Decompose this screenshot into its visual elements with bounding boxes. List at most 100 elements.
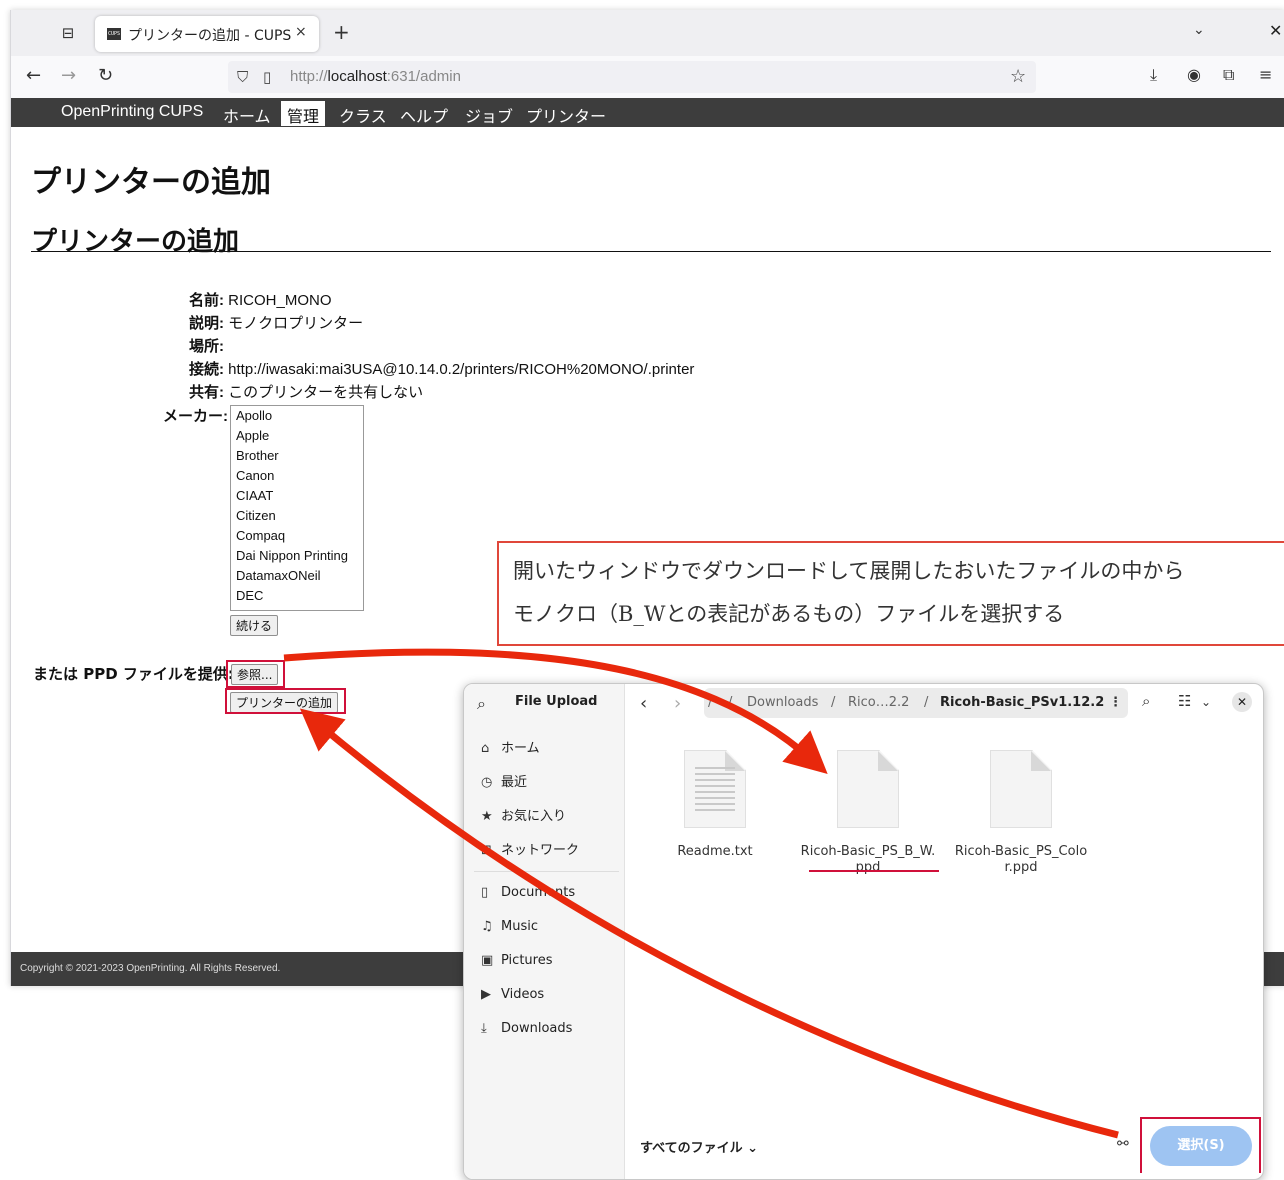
- sidebar-divider: [474, 871, 619, 872]
- sidebar-item-downloads[interactable]: ⤓ Downloads: [481, 1021, 572, 1036]
- videos-icon: ▶: [481, 987, 491, 1002]
- maker-option[interactable]: Citizen: [231, 506, 363, 526]
- search-folder-icon[interactable]: ⌕: [1142, 692, 1150, 710]
- new-tab-icon[interactable]: +: [333, 21, 350, 43]
- sidebar-item-home[interactable]: ⌂ ホーム: [481, 737, 540, 756]
- menu-icon[interactable]: ≡: [1259, 65, 1272, 84]
- breadcrumb-separator: /: [831, 695, 836, 710]
- maker-option[interactable]: CIAAT: [231, 486, 363, 506]
- file-item-bw-ppd[interactable]: Ricoh-Basic_PS_B_W.ppd: [798, 750, 938, 876]
- nav-printers[interactable]: プリンター: [526, 103, 606, 127]
- account-icon[interactable]: ◉: [1187, 65, 1201, 84]
- extensions-icon[interactable]: ⧉: [1223, 65, 1234, 85]
- network-icon: ⊟: [481, 843, 492, 858]
- sidebar-item-documents[interactable]: ▯ Documents: [481, 885, 575, 900]
- maker-listbox[interactable]: Apollo Apple Brother Canon CIAAT Citizen…: [230, 405, 364, 611]
- chevron-down-icon[interactable]: ⌄: [1201, 695, 1211, 709]
- field-sharing: 共有: このプリンターを共有しない: [189, 384, 424, 401]
- tab-list-icon[interactable]: ⊟: [59, 24, 77, 42]
- tab-bar: ⊟ CUPS プリンターの追加 - CUPS × + ⌄ ✕: [11, 10, 1284, 56]
- tab-title: プリンターの追加 - CUPS: [128, 28, 292, 44]
- file-item-color-ppd[interactable]: Ricoh-Basic_PS_Color.ppd: [951, 750, 1091, 876]
- breadcrumb-middle[interactable]: Rico…2.2: [848, 695, 909, 710]
- copyright-text: Copyright © 2021-2023 OpenPrinting. All …: [20, 963, 281, 974]
- star-icon: ★: [481, 809, 493, 824]
- text-file-icon: [684, 750, 746, 828]
- back-icon[interactable]: ←: [26, 65, 41, 87]
- nav-help[interactable]: ヘルプ: [400, 103, 448, 127]
- clock-icon: ◷: [481, 775, 493, 790]
- file-upload-dialog: ⌕ File Upload ⌂ ホーム ◷ 最近 ★ お気に入り ⊟ ネットワーク ▯ D…: [463, 683, 1264, 1180]
- file-filter-dropdown[interactable]: すべてのファイル ⌄: [640, 1137, 758, 1156]
- close-icon[interactable]: ✕: [1232, 692, 1252, 712]
- breadcrumb-separator: /: [728, 695, 733, 710]
- address-bar[interactable]: ⛉ ▯ http://localhost:631/admin ☆: [228, 61, 1036, 93]
- continue-button[interactable]: 続ける: [230, 615, 279, 636]
- browser-tab[interactable]: CUPS プリンターの追加 - CUPS ×: [95, 16, 319, 52]
- forward-icon[interactable]: →: [61, 65, 76, 87]
- page-title: プリンターの追加: [31, 165, 271, 200]
- download-icon: ⤓: [481, 1021, 487, 1036]
- maker-option[interactable]: Canon: [231, 466, 363, 486]
- file-name: Ricoh-Basic_PS_Color.ppd: [954, 844, 1088, 875]
- pictures-icon: ▣: [481, 953, 494, 968]
- cups-brand-link[interactable]: OpenPrinting CUPS: [61, 103, 203, 121]
- nav-jobs[interactable]: ジョブ: [465, 103, 513, 127]
- search-icon[interactable]: ⌕: [477, 694, 486, 714]
- sidebar-item-videos[interactable]: ▶ Videos: [481, 987, 544, 1002]
- maker-option[interactable]: Brother: [231, 446, 363, 466]
- sidebar-item-starred[interactable]: ★ お気に入り: [481, 805, 566, 824]
- sidebar-item-pictures[interactable]: ▣ Pictures: [481, 953, 552, 968]
- breadcrumb-root[interactable]: /: [708, 695, 712, 710]
- sidebar-item-network[interactable]: ⊟ ネットワーク: [481, 839, 579, 858]
- window-close-icon[interactable]: ✕: [1269, 21, 1282, 40]
- navigation-toolbar: ← → ↻ ⛉ ▯ http://localhost:631/admin ☆ ⤓…: [11, 56, 1284, 99]
- maker-option[interactable]: Apollo: [231, 406, 363, 426]
- bookmark-star-icon[interactable]: ☆: [1010, 66, 1026, 87]
- dialog-sidebar: ⌕ File Upload ⌂ ホーム ◷ 最近 ★ お気に入り ⊟ ネットワーク ▯ D…: [464, 684, 625, 1179]
- home-icon: ⌂: [481, 741, 490, 756]
- sidebar-item-recent[interactable]: ◷ 最近: [481, 771, 527, 790]
- file-icon: [837, 750, 899, 828]
- file-item-readme[interactable]: Readme.txt: [645, 750, 785, 860]
- section-title: プリンターの追加: [31, 227, 240, 257]
- view-list-icon[interactable]: ☷: [1178, 692, 1191, 710]
- page-info-icon[interactable]: ▯: [263, 68, 271, 86]
- select-button-highlight: [1140, 1117, 1261, 1173]
- maker-option[interactable]: Compaq: [231, 526, 363, 546]
- maker-option[interactable]: DatamaxONeil: [231, 566, 363, 586]
- instruction-line-1: 開いたウィンドウでダウンロードして展開したおいたファイルの中から: [513, 559, 1185, 583]
- reload-icon[interactable]: ↻: [98, 65, 113, 87]
- field-connection: 接続: http://iwasaki:mai3USA@10.14.0.2/pri…: [189, 361, 695, 378]
- instruction-line-2: モノクロ（B_Wとの表記があるもの）ファイルを選択する: [513, 602, 1065, 626]
- file-icon: [990, 750, 1052, 828]
- tab-close-icon[interactable]: ×: [295, 24, 307, 40]
- instruction-callout: 開いたウィンドウでダウンロードして展開したおいたファイルの中から モノクロ（B_…: [497, 541, 1284, 646]
- sidebar-item-music[interactable]: ♫ Music: [481, 919, 538, 934]
- nav-classes[interactable]: クラス: [339, 103, 387, 127]
- back-icon[interactable]: ‹: [640, 693, 647, 714]
- browse-highlight: [226, 660, 285, 688]
- nav-admin[interactable]: 管理: [281, 101, 326, 126]
- cups-favicon-icon: CUPS: [107, 28, 121, 40]
- options-icon[interactable]: ⚯: [1117, 1136, 1129, 1152]
- field-name: 名前: RICOH_MONO: [189, 292, 332, 309]
- chevron-down-icon[interactable]: ⌄: [1193, 22, 1205, 38]
- breadcrumb-current[interactable]: Ricoh-Basic_PSv1.12.2: [940, 695, 1104, 710]
- forward-icon[interactable]: ›: [674, 693, 681, 714]
- section-divider: [31, 251, 1271, 252]
- download-icon[interactable]: ⤓: [1150, 65, 1157, 85]
- field-description: 説明: モノクロプリンター: [189, 315, 364, 332]
- music-icon: ♫: [481, 919, 493, 934]
- shield-icon[interactable]: ⛉: [237, 68, 248, 86]
- path-breadcrumb: / / Downloads / Rico…2.2 / Ricoh-Basic_P…: [704, 688, 1128, 718]
- maker-option[interactable]: Dai Nippon Printing: [231, 546, 363, 566]
- maker-option[interactable]: DEC: [231, 586, 363, 606]
- nav-home[interactable]: ホーム: [223, 103, 271, 127]
- breadcrumb-downloads[interactable]: Downloads: [747, 695, 818, 710]
- maker-option[interactable]: Apple: [231, 426, 363, 446]
- bw-file-underline: [809, 870, 939, 872]
- maker-label: メーカー:: [163, 408, 228, 425]
- url-text[interactable]: http://localhost:631/admin: [290, 68, 461, 85]
- more-options-icon[interactable]: ⋮: [1109, 695, 1122, 710]
